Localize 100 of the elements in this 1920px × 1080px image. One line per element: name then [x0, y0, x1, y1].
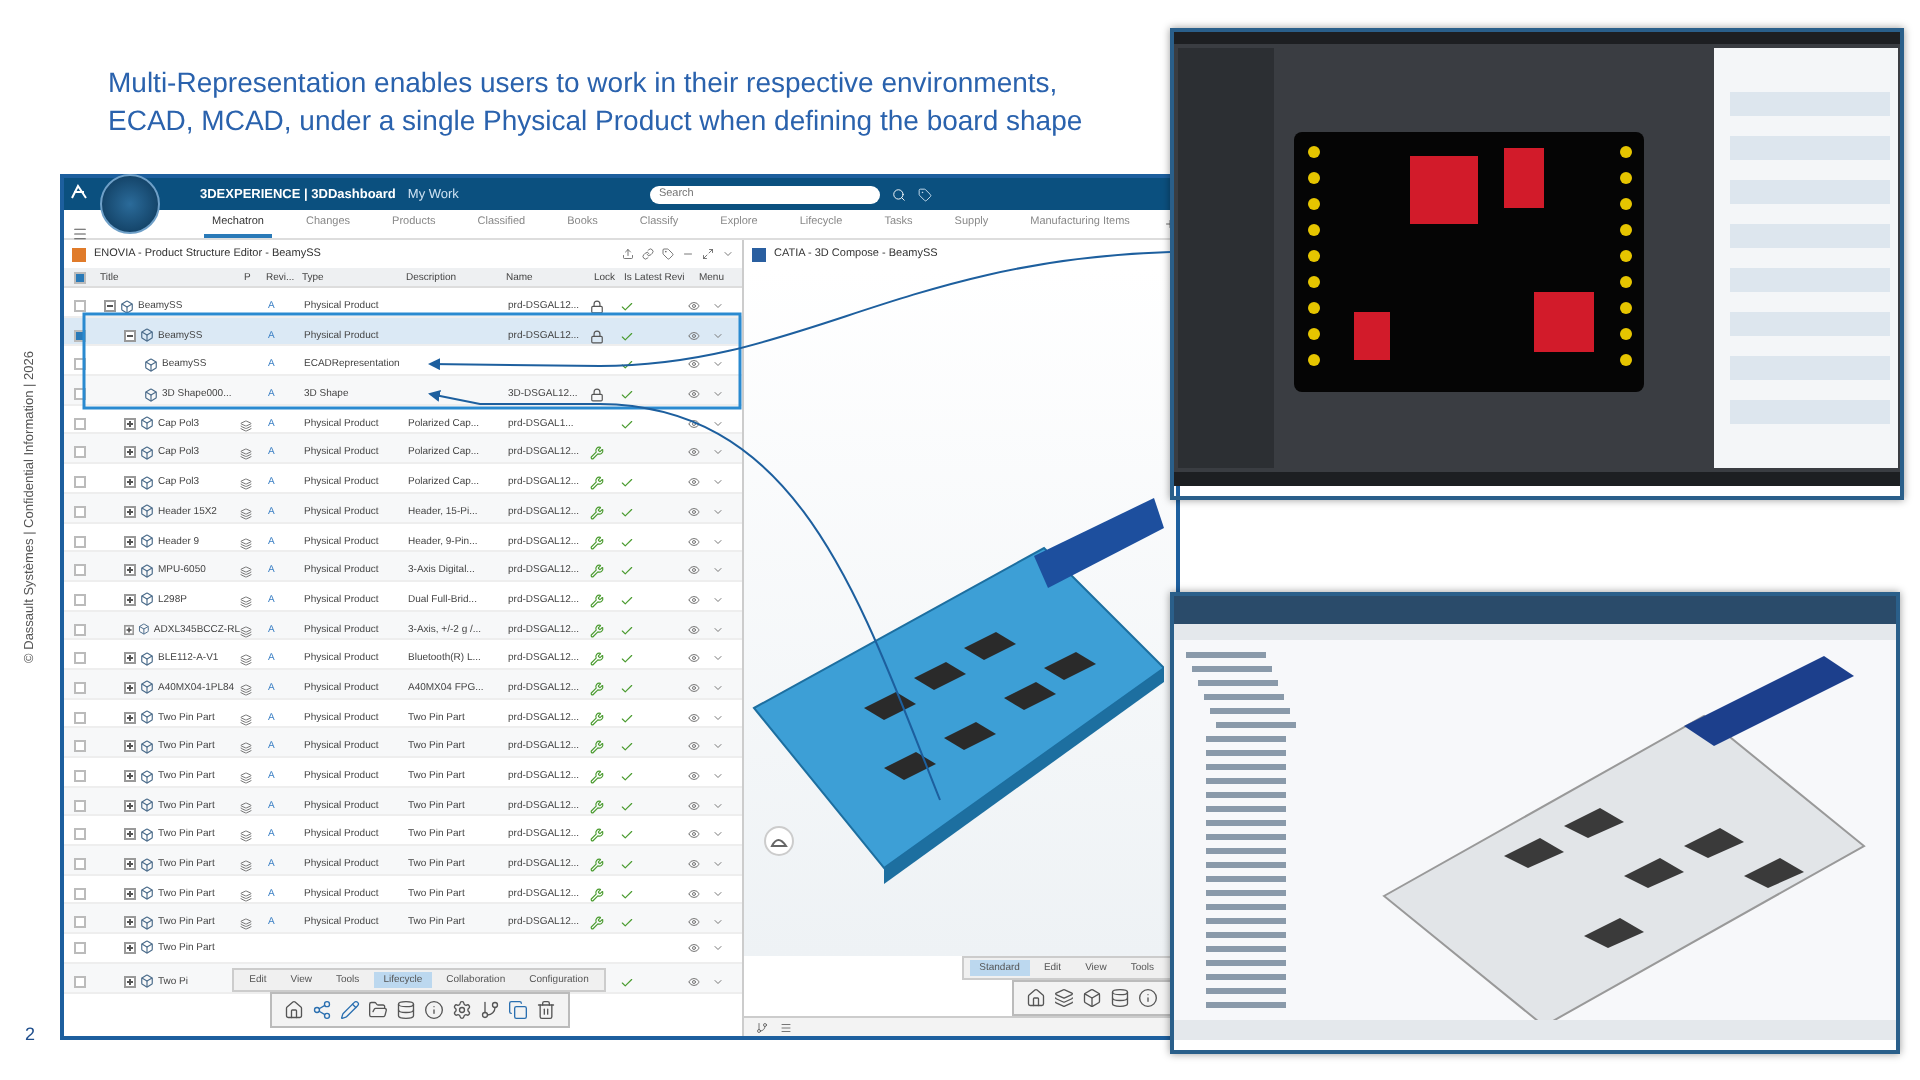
select-all-checkbox[interactable] [74, 271, 86, 283]
expand-icon[interactable] [124, 711, 136, 724]
expand-icon[interactable] [124, 828, 136, 841]
chevron-icon[interactable] [712, 564, 724, 577]
chevron-icon[interactable] [712, 887, 724, 900]
row-checkbox[interactable] [74, 916, 86, 929]
chevron-icon[interactable] [712, 770, 724, 782]
info-icon[interactable] [1138, 988, 1158, 1008]
eye-icon[interactable] [688, 505, 700, 518]
eye-icon[interactable] [688, 711, 700, 724]
chevron-icon[interactable] [712, 681, 724, 694]
chevron-icon[interactable] [712, 300, 724, 312]
chevron-icon[interactable] [722, 248, 734, 260]
menu-icon[interactable] [72, 226, 88, 242]
expand-icon[interactable] [124, 623, 135, 636]
tree-icon[interactable] [756, 1021, 768, 1033]
expand-icon[interactable] [124, 681, 136, 694]
chevron-icon[interactable] [712, 858, 724, 871]
row-checkbox[interactable] [74, 799, 86, 812]
eye-icon[interactable] [688, 941, 700, 954]
expand-icon[interactable] [124, 652, 136, 665]
row-checkbox[interactable] [74, 417, 86, 430]
row-checkbox[interactable] [74, 593, 86, 606]
compass-icon[interactable] [100, 174, 160, 234]
chevron-icon[interactable] [712, 535, 724, 547]
expand-icon[interactable] [124, 446, 136, 459]
expand-icon[interactable] [124, 799, 136, 812]
expand-icon[interactable] [124, 593, 136, 606]
expand-icon[interactable] [124, 417, 136, 430]
row-checkbox[interactable] [74, 887, 86, 900]
chevron-icon[interactable] [712, 652, 724, 665]
row-checkbox[interactable] [74, 446, 86, 459]
row-checkbox[interactable] [74, 828, 86, 841]
copy-icon[interactable] [507, 1000, 527, 1020]
home-icon[interactable] [1026, 988, 1046, 1008]
expand-icon[interactable] [124, 770, 136, 782]
expand-icon[interactable] [124, 505, 136, 518]
upload-icon[interactable] [622, 248, 634, 260]
expand-icon[interactable] [124, 564, 136, 577]
eye-icon[interactable] [688, 446, 700, 459]
database-icon[interactable] [1110, 988, 1130, 1008]
trash-icon[interactable] [535, 1000, 555, 1020]
expand-icon[interactable] [124, 887, 136, 900]
chevron-icon[interactable] [712, 388, 724, 401]
expand-icon[interactable] [124, 941, 136, 954]
eye-icon[interactable] [688, 358, 700, 371]
eye-icon[interactable] [688, 975, 700, 988]
expand-icon[interactable] [124, 740, 136, 753]
chevron-icon[interactable] [712, 358, 724, 371]
row-checkbox[interactable] [74, 711, 86, 724]
row-checkbox[interactable] [74, 505, 86, 518]
chevron-icon[interactable] [712, 740, 724, 753]
eye-icon[interactable] [688, 799, 700, 812]
row-checkbox[interactable] [74, 476, 86, 489]
row-checkbox[interactable] [74, 681, 86, 694]
eye-icon[interactable] [688, 652, 700, 665]
folder-icon[interactable] [367, 1000, 387, 1020]
tag-icon[interactable] [662, 248, 674, 260]
chevron-icon[interactable] [712, 505, 724, 518]
chevron-icon[interactable] [712, 711, 724, 724]
eye-icon[interactable] [688, 476, 700, 489]
database-icon[interactable] [395, 1000, 415, 1020]
info-icon[interactable] [423, 1000, 443, 1020]
eye-icon[interactable] [688, 300, 700, 312]
hat-icon[interactable] [764, 826, 794, 856]
home-icon[interactable] [283, 1000, 303, 1020]
share-icon[interactable] [311, 1000, 331, 1020]
row-checkbox[interactable] [74, 564, 86, 577]
minimize-icon[interactable] [682, 248, 694, 260]
expand-icon[interactable] [124, 476, 136, 489]
eye-icon[interactable] [688, 564, 700, 577]
eye-icon[interactable] [688, 770, 700, 782]
row-checkbox[interactable] [74, 623, 86, 636]
search-icon[interactable] [892, 187, 907, 201]
chevron-icon[interactable] [712, 329, 724, 342]
expand-icon[interactable] [124, 916, 136, 929]
eye-icon[interactable] [688, 916, 700, 929]
chevron-icon[interactable] [712, 828, 724, 841]
collapse-icon[interactable] [104, 300, 116, 312]
expand-icon[interactable] [124, 535, 136, 547]
layers-icon[interactable] [1054, 988, 1074, 1008]
collapse-icon[interactable] [124, 329, 136, 342]
expand-icon[interactable] [124, 858, 136, 871]
chevron-icon[interactable] [712, 593, 724, 606]
gear-icon[interactable] [451, 1000, 471, 1020]
row-checkbox[interactable] [74, 740, 86, 753]
eye-icon[interactable] [688, 623, 700, 636]
eye-icon[interactable] [688, 593, 700, 606]
eye-icon[interactable] [688, 858, 700, 871]
eye-icon[interactable] [688, 388, 700, 401]
eye-icon[interactable] [688, 329, 700, 342]
chevron-icon[interactable] [712, 446, 724, 459]
branch-icon[interactable] [479, 1000, 499, 1020]
eye-icon[interactable] [688, 828, 700, 841]
chevron-icon[interactable] [712, 975, 724, 988]
eye-icon[interactable] [688, 887, 700, 900]
chevron-icon[interactable] [712, 799, 724, 812]
eye-icon[interactable] [688, 417, 700, 430]
eye-icon[interactable] [688, 535, 700, 547]
row-checkbox[interactable] [74, 770, 86, 782]
